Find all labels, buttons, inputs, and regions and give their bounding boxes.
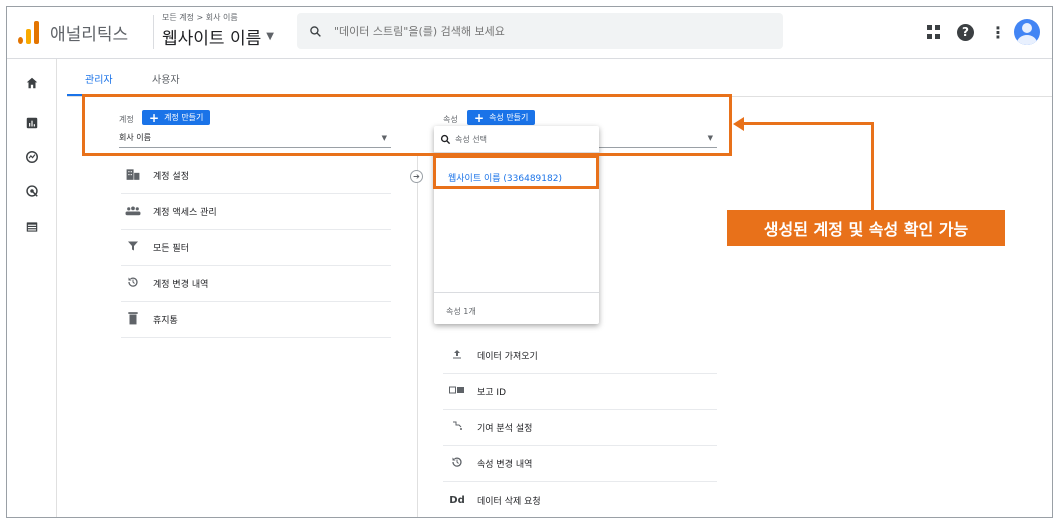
report-id-icon (449, 385, 465, 398)
reporting-id-item[interactable]: 보고 ID (443, 374, 717, 410)
menu-label: 보고 ID (477, 388, 507, 398)
attribution-icon (449, 420, 465, 435)
property-change-history-item[interactable]: 속성 변경 내역 (443, 446, 717, 482)
help-icon[interactable]: ? (957, 23, 974, 41)
search-bar[interactable] (297, 13, 783, 49)
explore-icon[interactable] (24, 149, 40, 165)
tab-admin[interactable]: 관리자 (85, 71, 113, 86)
apps-grid-icon[interactable] (927, 25, 941, 39)
top-bar: 애널리틱스 모든 계정 > 회사 이름 웹사이트 이름 ▼ ? ⋮ (7, 7, 1052, 59)
breadcrumb[interactable]: 모든 계정 > 회사 이름 (162, 12, 238, 23)
data-deletion-requests-item[interactable]: Dd 데이터 삭제 요청 (443, 482, 717, 517)
all-filters-item[interactable]: 모든 필터 (121, 230, 391, 266)
arrow-right-circle-icon[interactable]: ➔ (410, 170, 423, 183)
property-count: 속성 1개 (446, 307, 476, 316)
header-divider (153, 15, 154, 49)
building-icon (125, 168, 141, 183)
people-icon (125, 205, 141, 219)
app-window: 애널리틱스 모든 계정 > 회사 이름 웹사이트 이름 ▼ ? ⋮ (6, 6, 1053, 518)
account-property-highlight (82, 94, 732, 156)
menu-label: 모든 필터 (153, 244, 189, 254)
account-access-item[interactable]: 계정 액세스 관리 (121, 194, 391, 230)
property-option-highlight (433, 155, 599, 189)
reports-icon[interactable] (24, 115, 40, 131)
account-change-history-item[interactable]: 계정 변경 내역 (121, 266, 391, 302)
property-selector[interactable]: 웹사이트 이름 ▼ (162, 24, 274, 49)
upload-icon (449, 348, 465, 363)
menu-label: 계정 액세스 관리 (153, 208, 217, 218)
search-icon (310, 25, 321, 37)
more-vert-icon[interactable]: ⋮ (990, 23, 1006, 42)
menu-label: 계정 변경 내역 (153, 280, 209, 290)
tab-users[interactable]: 사용자 (152, 71, 180, 86)
menu-label: 데이터 삭제 요청 (477, 496, 541, 507)
data-import-item[interactable]: 데이터 가져오기 (443, 338, 717, 374)
callout-connector (741, 122, 874, 125)
avatar[interactable] (1014, 19, 1040, 45)
configure-icon[interactable] (24, 219, 40, 235)
home-icon[interactable] (24, 75, 40, 91)
menu-label: 기여 분석 설정 (477, 424, 533, 434)
account-settings-item[interactable]: 계정 설정 (121, 158, 391, 194)
menu-label: 데이터 가져오기 (477, 352, 538, 362)
history-icon (125, 276, 141, 291)
advertising-icon[interactable] (24, 183, 40, 199)
top-icons: ? ⋮ (927, 19, 1040, 45)
tab-bar: 관리자 사용자 (67, 59, 1052, 97)
dd-icon: Dd (449, 494, 465, 506)
filter-icon (125, 240, 141, 255)
history-icon (449, 456, 465, 471)
dropdown-divider (434, 292, 599, 293)
trash-icon (125, 311, 141, 328)
caret-down-icon: ▼ (266, 31, 274, 42)
trash-item[interactable]: 휴지통 (121, 302, 391, 338)
column-divider (417, 153, 418, 517)
menu-label: 계정 설정 (153, 172, 189, 182)
attribution-settings-item[interactable]: 기여 분석 설정 (443, 410, 717, 446)
menu-label: 속성 변경 내역 (477, 460, 533, 470)
menu-label: 휴지통 (153, 316, 178, 326)
property-title: 웹사이트 이름 (162, 29, 262, 49)
callout-box: 생성된 계정 및 속성 확인 가능 (727, 210, 1005, 246)
app-name[interactable]: 애널리틱스 (50, 20, 128, 45)
analytics-logo[interactable] (18, 20, 40, 44)
left-nav-rail (7, 59, 57, 517)
callout-connector (871, 122, 874, 212)
search-input[interactable] (334, 24, 734, 38)
